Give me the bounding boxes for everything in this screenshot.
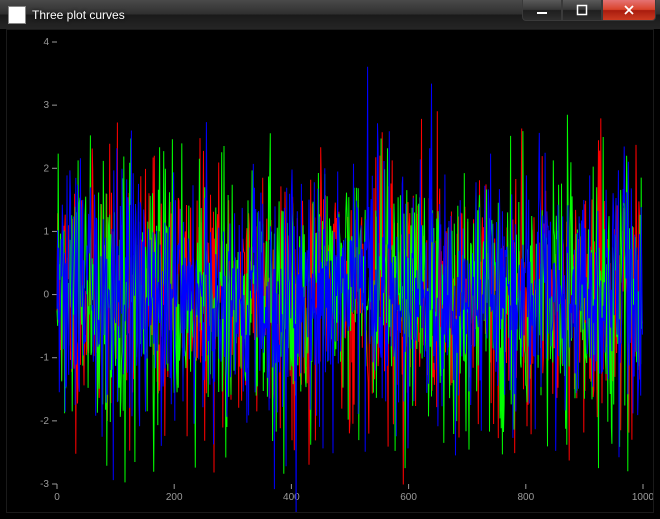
app-window: Three plot curves -3 -2 -1 0 1 2 3 4 0 200 400 600 8… bbox=[0, 0, 660, 519]
client-area: -3 -2 -1 0 1 2 3 4 0 200 400 600 800 1000 bbox=[6, 29, 654, 513]
chart-canvas: -3 -2 -1 0 1 2 3 4 0 200 400 600 800 1000 bbox=[7, 30, 653, 512]
minimize-icon bbox=[536, 4, 548, 16]
svg-text:600: 600 bbox=[400, 492, 417, 503]
svg-text:-2: -2 bbox=[40, 416, 49, 427]
maximize-button[interactable] bbox=[562, 0, 602, 21]
window-title: Three plot curves bbox=[32, 8, 125, 22]
svg-text:-3: -3 bbox=[40, 479, 49, 490]
svg-text:2: 2 bbox=[43, 163, 49, 174]
minimize-button[interactable] bbox=[522, 0, 562, 21]
close-icon bbox=[622, 4, 636, 16]
svg-text:0: 0 bbox=[43, 290, 49, 301]
svg-text:-1: -1 bbox=[40, 353, 49, 364]
svg-text:200: 200 bbox=[166, 492, 183, 503]
close-button[interactable] bbox=[602, 0, 656, 21]
svg-text:1: 1 bbox=[43, 226, 49, 237]
maximize-icon bbox=[576, 4, 588, 16]
series-curve3 bbox=[57, 67, 642, 512]
svg-text:400: 400 bbox=[283, 492, 300, 503]
svg-text:3: 3 bbox=[43, 100, 49, 111]
svg-text:0: 0 bbox=[54, 492, 60, 503]
window-buttons bbox=[522, 0, 656, 21]
title-bar[interactable]: Three plot curves bbox=[0, 0, 660, 30]
svg-text:1000: 1000 bbox=[632, 492, 653, 503]
svg-text:800: 800 bbox=[517, 492, 534, 503]
svg-text:4: 4 bbox=[43, 37, 49, 48]
plot-area[interactable]: -3 -2 -1 0 1 2 3 4 0 200 400 600 800 1000 bbox=[7, 30, 653, 512]
app-icon bbox=[8, 6, 26, 24]
